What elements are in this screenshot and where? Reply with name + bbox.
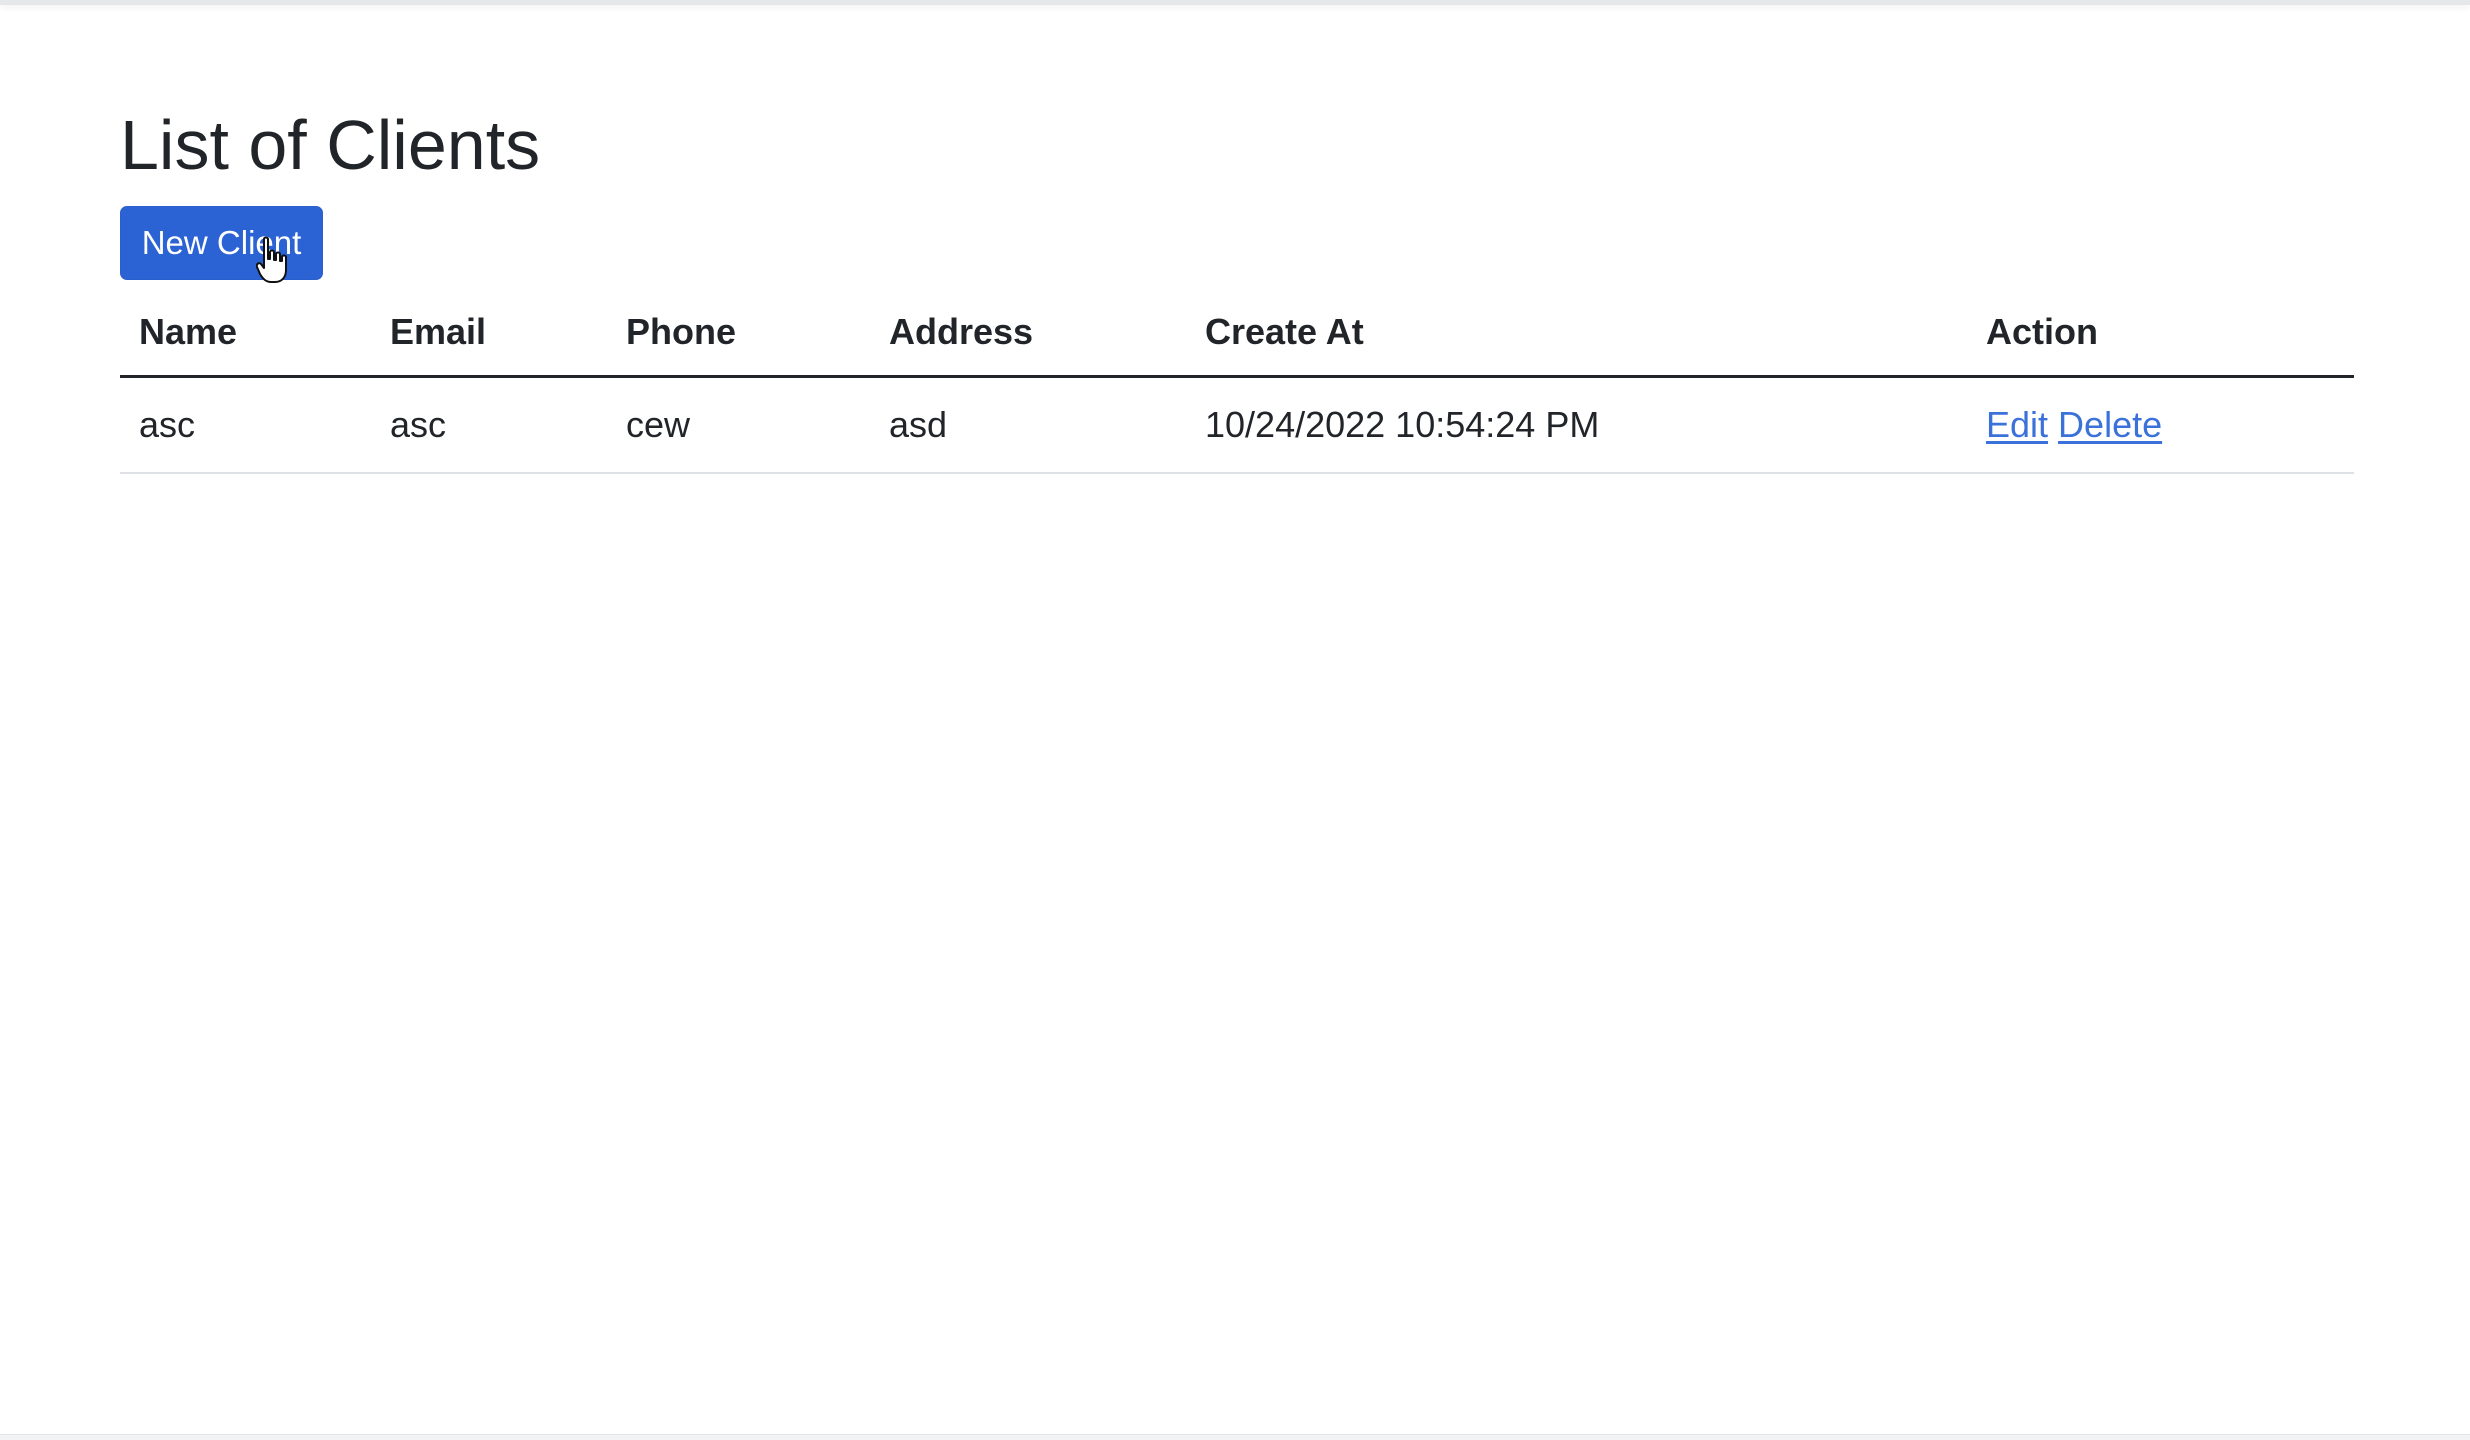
delete-link[interactable]: Delete bbox=[2058, 404, 2162, 445]
page-title: List of Clients bbox=[120, 106, 541, 184]
column-header-name: Name bbox=[120, 290, 371, 378]
client-phone-cell: cew bbox=[607, 376, 870, 474]
client-address-cell: asd bbox=[870, 376, 1186, 474]
column-header-address: Address bbox=[870, 290, 1186, 378]
clients-table: Name Email Phone Address Create At Actio… bbox=[120, 290, 2354, 474]
column-header-created-at: Create At bbox=[1186, 290, 1967, 378]
table-body: asc asc cew asd 10/24/2022 10:54:24 PM E… bbox=[120, 376, 2354, 474]
header-row: Name Email Phone Address Create At Actio… bbox=[120, 290, 2354, 378]
edit-link[interactable]: Edit bbox=[1986, 404, 2048, 445]
column-header-email: Email bbox=[371, 290, 607, 378]
client-email-cell: asc bbox=[371, 376, 607, 474]
column-header-action: Action bbox=[1967, 290, 2354, 378]
client-action-cell: Edit Delete bbox=[1967, 376, 2354, 474]
browser-bottom-edge bbox=[0, 1434, 2470, 1440]
column-header-phone: Phone bbox=[607, 290, 870, 378]
browser-top-edge bbox=[0, 0, 2470, 5]
table-row: asc asc cew asd 10/24/2022 10:54:24 PM E… bbox=[120, 376, 2354, 474]
client-name-cell: asc bbox=[120, 376, 371, 474]
new-client-button[interactable]: New Client bbox=[120, 206, 323, 280]
table-header: Name Email Phone Address Create At Actio… bbox=[120, 290, 2354, 378]
client-created-at-cell: 10/24/2022 10:54:24 PM bbox=[1186, 376, 1967, 474]
